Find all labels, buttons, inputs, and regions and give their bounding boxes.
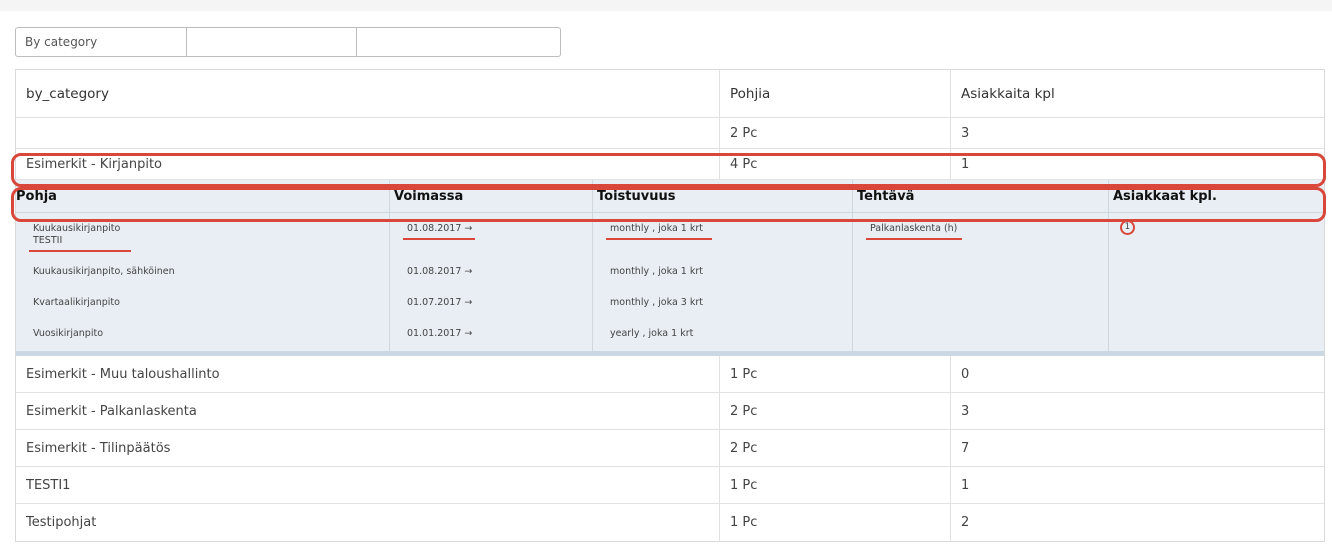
filter-bar: By category <box>15 27 561 57</box>
validity-value: 01.08.2017 → <box>407 223 473 234</box>
row-asiakkaita: 3 <box>961 403 970 419</box>
filter-by-category[interactable]: By category <box>16 28 187 56</box>
detail-header-asiakkaat: Asiakkaat kpl. <box>1113 188 1217 204</box>
table-header: by_category Pohjia Asiakkaita kpl <box>16 70 1324 118</box>
row-category: Esimerkit - Palkanlaskenta <box>16 393 720 429</box>
table-row[interactable]: Esimerkit - Muu taloushallinto 1 Pc 0 <box>16 356 1324 393</box>
top-bar <box>0 0 1332 11</box>
table-row[interactable]: Esimerkit - Palkanlaskenta 2 Pc 3 <box>16 393 1324 430</box>
row-asiakkaita: 1 <box>961 156 970 172</box>
header-by-category[interactable]: by_category <box>16 70 720 117</box>
annotation-underline <box>866 238 962 240</box>
row-asiakkaita: 7 <box>961 440 970 456</box>
validity-value: 01.07.2017 → <box>407 297 473 308</box>
recurrence-value: monthly , joka 1 krt <box>610 223 703 234</box>
filter-field-2[interactable] <box>187 28 357 56</box>
row-asiakkaita: 1 <box>961 477 970 493</box>
detail-header-voimassa: Voimassa <box>390 180 593 212</box>
detail-header-tehtava: Tehtävä <box>853 180 1109 212</box>
table-row[interactable]: Esimerkit - Tilinpäätös 2 Pc 7 <box>16 430 1324 467</box>
row-category: Testipohjat <box>16 504 720 541</box>
annotation-underline <box>403 238 475 240</box>
row-asiakkaita: 0 <box>961 366 970 382</box>
detail-col-pohja: Kuukausikirjanpito TESTII Kuukausikirjan… <box>16 213 390 351</box>
detail-header: Pohja Voimassa Toistuvuus Tehtävä Asiakk… <box>16 180 1324 213</box>
header-pohjia[interactable]: Pohjia <box>720 70 951 117</box>
detail-header-toistuvuus: Toistuvuus <box>593 180 853 212</box>
row-category: TESTI1 <box>16 467 720 503</box>
table-row[interactable]: 2 Pc 3 <box>16 118 1324 149</box>
validity-value: 01.01.2017 → <box>407 328 473 339</box>
detail-col-tehtava: Palkanlaskenta (h) <box>853 213 1109 351</box>
row-category: Esimerkit - Kirjanpito <box>16 149 720 179</box>
row-asiakkaita: 2 <box>961 515 970 530</box>
table-row[interactable]: Testipohjat 1 Pc 2 <box>16 504 1324 541</box>
detail-col-toistuvuus: monthly , joka 1 krt monthly , joka 1 kr… <box>593 213 853 351</box>
row-asiakkaita: 3 <box>961 125 970 141</box>
template-link[interactable]: Kuukausikirjanpito, sähköinen <box>33 266 175 277</box>
table-row-expanded[interactable]: Esimerkit - Kirjanpito 4 Pc 1 <box>16 149 1324 180</box>
customer-count-badge[interactable]: 1 <box>1120 220 1135 235</box>
row-pohjia: 4 Pc <box>720 149 951 179</box>
template-link[interactable]: Kvartaalikirjanpito <box>33 297 120 308</box>
template-link[interactable]: Kuukausikirjanpito <box>33 223 120 234</box>
category-table: by_category Pohjia Asiakkaita kpl 2 Pc 3… <box>15 69 1325 542</box>
recurrence-value: monthly , joka 3 krt <box>610 297 703 308</box>
header-asiakkaita[interactable]: Asiakkaita kpl <box>951 70 1324 117</box>
detail-body: Kuukausikirjanpito TESTII Kuukausikirjan… <box>16 213 1324 351</box>
table-row[interactable]: TESTI1 1 Pc 1 <box>16 467 1324 504</box>
template-link[interactable]: Vuosikirjanpito <box>33 328 103 339</box>
filter-field-3[interactable] <box>357 28 560 56</box>
template-link[interactable]: TESTII <box>33 235 62 246</box>
detail-col-voimassa: 01.08.2017 → 01.08.2017 → 01.07.2017 → 0… <box>390 213 593 351</box>
recurrence-value: monthly , joka 1 krt <box>610 266 703 277</box>
validity-value: 01.08.2017 → <box>407 266 473 277</box>
row-category <box>16 118 720 148</box>
annotation-underline <box>29 250 131 252</box>
row-category: Esimerkit - Tilinpäätös <box>16 430 720 466</box>
recurrence-value: yearly , joka 1 krt <box>610 328 694 339</box>
row-pohjia: 2 Pc <box>720 430 951 466</box>
annotation-underline <box>606 238 712 240</box>
category-detail-panel: Pohja Voimassa Toistuvuus Tehtävä Asiakk… <box>16 180 1324 356</box>
detail-col-asiakkaat: 1 <box>1109 213 1324 351</box>
row-pohjia: 1 Pc <box>720 467 951 503</box>
row-pohjia: 2 Pc <box>720 393 951 429</box>
task-value: Palkanlaskenta (h) <box>870 223 958 234</box>
detail-header-pohja: Pohja <box>16 180 390 212</box>
row-category: Esimerkit - Muu taloushallinto <box>16 356 720 392</box>
row-pohjia: 1 Pc <box>720 356 951 392</box>
row-pohjia: 2 Pc <box>720 118 951 148</box>
row-pohjia: 1 Pc <box>720 504 951 541</box>
